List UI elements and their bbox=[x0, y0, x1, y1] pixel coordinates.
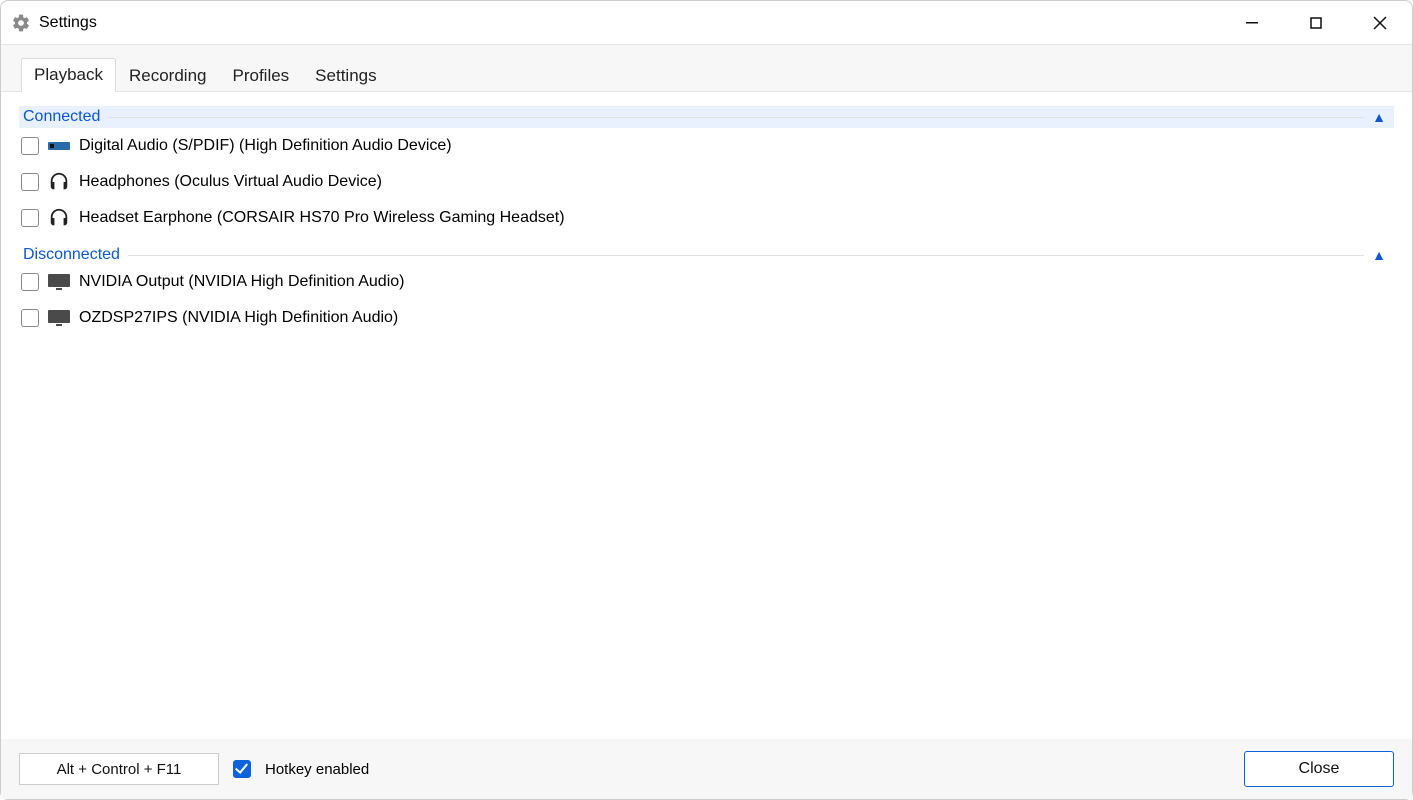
group-header-connected[interactable]: Connected ▲ bbox=[19, 106, 1394, 128]
device-label: NVIDIA Output (NVIDIA High Definition Au… bbox=[79, 273, 404, 291]
device-checkbox[interactable] bbox=[21, 273, 39, 291]
device-checkbox[interactable] bbox=[21, 209, 39, 227]
minimize-button[interactable] bbox=[1220, 1, 1284, 44]
tabbar: Playback Recording Profiles Settings bbox=[1, 45, 1412, 92]
tab-recording[interactable]: Recording bbox=[116, 59, 220, 92]
device-label: OZDSP27IPS (NVIDIA High Definition Audio… bbox=[79, 309, 398, 327]
maximize-icon bbox=[1310, 17, 1322, 29]
window-controls bbox=[1220, 1, 1412, 44]
tab-label: Playback bbox=[34, 65, 103, 84]
hotkey-enabled-checkbox[interactable] bbox=[233, 760, 251, 778]
spdif-icon bbox=[47, 134, 71, 158]
tab-label: Recording bbox=[129, 66, 207, 85]
group-header-disconnected[interactable]: Disconnected ▲ bbox=[19, 246, 1394, 264]
device-label: Digital Audio (S/PDIF) (High Definition … bbox=[79, 137, 452, 155]
chevron-up-icon: ▲ bbox=[1364, 247, 1394, 263]
tab-label: Profiles bbox=[232, 66, 289, 85]
device-row[interactable]: Headset Earphone (CORSAIR HS70 Pro Wirel… bbox=[19, 200, 1394, 236]
tab-profiles[interactable]: Profiles bbox=[219, 59, 302, 92]
content-area: Connected ▲ Digital Audio (S/PDIF) (High… bbox=[1, 92, 1412, 739]
tab-playback[interactable]: Playback bbox=[21, 58, 116, 92]
device-checkbox[interactable] bbox=[21, 137, 39, 155]
hotkey-enabled-label: Hotkey enabled bbox=[265, 761, 369, 778]
group-label: Disconnected bbox=[19, 246, 128, 264]
device-row[interactable]: Digital Audio (S/PDIF) (High Definition … bbox=[19, 128, 1394, 164]
group-label: Connected bbox=[19, 108, 108, 126]
minimize-icon bbox=[1246, 17, 1258, 29]
device-label: Headset Earphone (CORSAIR HS70 Pro Wirel… bbox=[79, 209, 565, 227]
gear-icon bbox=[11, 13, 31, 33]
titlebar: Settings bbox=[1, 1, 1412, 45]
device-row[interactable]: NVIDIA Output (NVIDIA High Definition Au… bbox=[19, 264, 1394, 300]
footer: Alt + Control + F11 Hotkey enabled Close bbox=[1, 739, 1412, 799]
hotkey-input[interactable]: Alt + Control + F11 bbox=[19, 753, 219, 785]
window-title: Settings bbox=[39, 14, 97, 32]
chevron-up-icon: ▲ bbox=[1364, 109, 1394, 125]
close-window-button[interactable] bbox=[1348, 1, 1412, 44]
monitor-icon bbox=[47, 306, 71, 330]
device-checkbox[interactable] bbox=[21, 309, 39, 327]
separator bbox=[128, 255, 1364, 256]
settings-window: Settings Playback Recording Profiles Set… bbox=[0, 0, 1413, 800]
headphones-icon bbox=[47, 206, 71, 230]
hotkey-value: Alt + Control + F11 bbox=[57, 761, 182, 778]
tab-label: Settings bbox=[315, 66, 376, 85]
close-icon bbox=[1373, 16, 1387, 30]
close-button-label: Close bbox=[1299, 760, 1340, 778]
device-row[interactable]: OZDSP27IPS (NVIDIA High Definition Audio… bbox=[19, 300, 1394, 336]
tab-settings[interactable]: Settings bbox=[302, 59, 389, 92]
device-label: Headphones (Oculus Virtual Audio Device) bbox=[79, 173, 382, 191]
headphones-icon bbox=[47, 170, 71, 194]
close-button[interactable]: Close bbox=[1244, 751, 1394, 787]
separator bbox=[108, 117, 1364, 118]
device-row[interactable]: Headphones (Oculus Virtual Audio Device) bbox=[19, 164, 1394, 200]
maximize-button[interactable] bbox=[1284, 1, 1348, 44]
device-checkbox[interactable] bbox=[21, 173, 39, 191]
monitor-icon bbox=[47, 270, 71, 294]
